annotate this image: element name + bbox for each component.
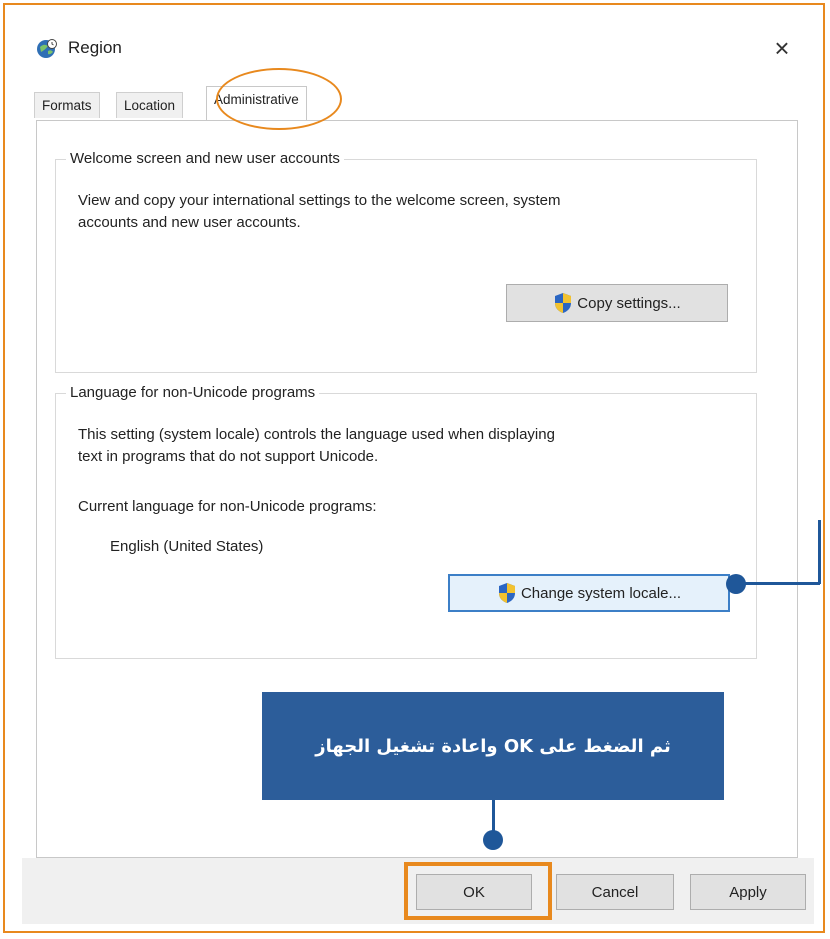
tab-strip: Formats Location Administrative: [30, 86, 800, 120]
description-line: This setting (system locale) controls th…: [78, 426, 555, 443]
callout-dot: [483, 830, 503, 850]
description-line: accounts and new user accounts.: [78, 214, 301, 231]
apply-button[interactable]: Apply: [690, 874, 806, 910]
language-description: This setting (system locale) controls th…: [78, 424, 555, 468]
button-label: Apply: [729, 883, 767, 901]
description-line: text in programs that do not support Uni…: [78, 448, 379, 465]
close-button[interactable]: ×: [764, 30, 800, 66]
title-bar: Region ×: [22, 18, 812, 78]
close-icon: ×: [774, 33, 790, 63]
callout-connector-line: [740, 582, 820, 585]
button-label: Copy settings...: [577, 294, 681, 312]
uac-shield-icon: [553, 292, 573, 314]
current-language-label: Current language for non-Unicode program…: [78, 498, 377, 515]
callout-connector-line: [492, 800, 495, 834]
group-title: Language for non-Unicode programs: [66, 384, 320, 401]
callout-connector-line: [818, 520, 821, 584]
language-group: Language for non-Unicode programs This s…: [55, 384, 757, 659]
window-title: Region: [68, 38, 122, 57]
instruction-text: ثم الضغط على OK واعادة تشغيل الجهاز: [315, 735, 671, 757]
change-system-locale-button[interactable]: Change system locale...: [448, 574, 730, 612]
ok-highlight-box: [404, 862, 552, 920]
button-label: Cancel: [591, 883, 639, 901]
welcome-group: Welcome screen and new user accounts Vie…: [55, 150, 757, 373]
tab-label: Formats: [42, 98, 92, 113]
welcome-description: View and copy your international setting…: [78, 190, 560, 234]
tab-label: Location: [124, 98, 176, 113]
cancel-button[interactable]: Cancel: [556, 874, 674, 910]
tab-location[interactable]: Location: [116, 92, 184, 118]
uac-shield-icon: [497, 582, 517, 604]
globe-clock-icon: [36, 38, 58, 60]
instruction-callout: ثم الضغط على OK واعادة تشغيل الجهاز: [262, 692, 724, 800]
tab-highlight-ellipse: [216, 68, 342, 130]
current-language-value: English (United States): [110, 538, 264, 555]
tab-formats[interactable]: Formats: [34, 92, 100, 118]
group-title: Welcome screen and new user accounts: [66, 150, 344, 167]
description-line: View and copy your international setting…: [78, 192, 561, 209]
copy-settings-button[interactable]: Copy settings...: [506, 284, 728, 322]
button-label: Change system locale...: [520, 584, 682, 602]
